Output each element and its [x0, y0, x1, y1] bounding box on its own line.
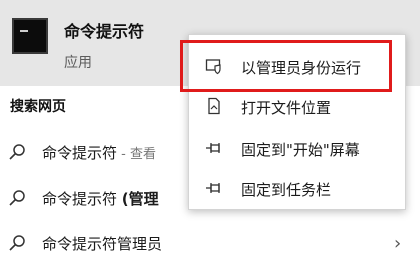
- menu-item-pin-to-taskbar[interactable]: 固定到任务栏: [189, 169, 405, 207]
- file-location-icon: [208, 97, 220, 115]
- shield-run-icon: [205, 59, 221, 75]
- chevron-right-icon[interactable]: ›: [394, 233, 401, 254]
- pin-icon: [206, 143, 220, 153]
- context-menu: 以管理员身份运行 打开文件位置 固定到"开始"屏幕 固定到任务栏: [188, 34, 406, 210]
- menu-item-label: 打开文件位置: [241, 99, 332, 117]
- menu-item-label: 以管理员身份运行: [241, 59, 362, 77]
- command-prompt-icon: [12, 18, 48, 54]
- menu-item-label: 固定到任务栏: [241, 181, 332, 199]
- search-icon: [9, 190, 25, 206]
- result-label: 命令提示符管理员: [42, 235, 163, 253]
- pin-icon: [206, 183, 220, 193]
- result-label: 命令提示符 (管理: [42, 190, 159, 208]
- search-icon: [9, 235, 25, 251]
- web-result-row[interactable]: 命令提示符管理员 ›: [0, 223, 420, 263]
- menu-item-open-file-location[interactable]: 打开文件位置: [189, 87, 405, 125]
- result-label: 命令提示符 - 查看: [42, 144, 156, 162]
- app-type-label: 应用: [64, 55, 92, 71]
- search-icon: [9, 144, 25, 160]
- menu-item-label: 固定到"开始"屏幕: [241, 141, 360, 159]
- menu-item-pin-to-start[interactable]: 固定到"开始"屏幕: [189, 129, 405, 167]
- web-search-heading: 搜索网页: [10, 99, 66, 115]
- app-title: 命令提示符: [64, 22, 145, 41]
- menu-item-run-as-admin[interactable]: 以管理员身份运行: [189, 47, 405, 85]
